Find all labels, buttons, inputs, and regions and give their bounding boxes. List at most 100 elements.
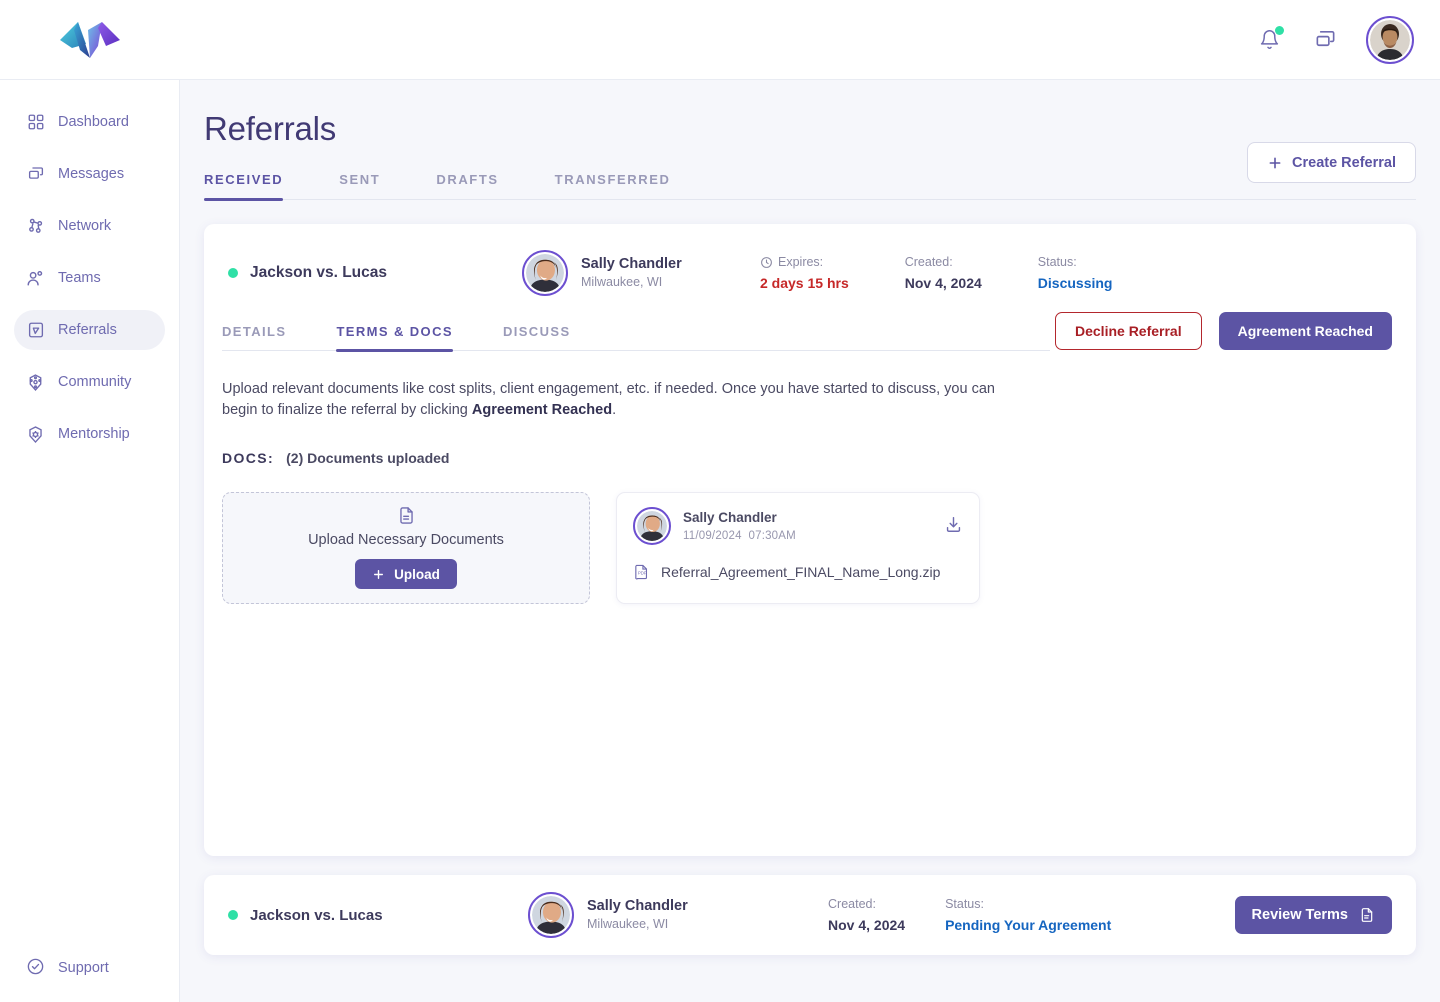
document-filename: Referral_Agreement_FINAL_Name_Long.zip (661, 563, 941, 580)
sidebar-item-label: Messages (58, 166, 125, 182)
referral-case-title: Jackson vs. Lucas (228, 907, 528, 924)
subtab-terms-docs[interactable]: TERMS & DOCS (336, 324, 454, 352)
document-icon (1361, 908, 1373, 922)
upload-dropzone[interactable]: Upload Necessary Documents Upload (222, 492, 590, 605)
document-uploader: Sally Chandler 11/09/2024 07:30AM (633, 507, 963, 546)
clock-icon (761, 256, 772, 268)
sidebar-item-dashboard[interactable]: Dashboard (14, 102, 165, 142)
person-avatar[interactable] (528, 892, 574, 938)
review-terms-button[interactable]: Review Terms (1234, 896, 1392, 934)
download-button[interactable] (944, 515, 963, 539)
uploader-avatar[interactable] (633, 507, 671, 546)
person-name: Sally Chandler (581, 255, 682, 272)
decline-referral-button[interactable]: Decline Referral (1055, 312, 1202, 350)
case-title-text: Jackson vs. Lucas (250, 906, 383, 924)
sidebar-item-label: Teams (58, 270, 101, 286)
sidebar-item-community[interactable]: Community (14, 362, 165, 402)
page-tabs: RECEIVED SENT DRAFTS TRANSFERRED Create … (204, 142, 1416, 201)
referral-case-title: Jackson vs. Lucas (228, 264, 522, 282)
sidebar-item-label: Referrals (58, 322, 117, 338)
person-name: Sally Chandler (587, 897, 688, 914)
meta-expires-value: 2 days 15 hrs (760, 275, 849, 291)
uploader-name: Sally Chandler (683, 509, 777, 525)
meta-status-label: Status: (1037, 255, 1077, 269)
create-referral-label: Create Referral (1292, 154, 1396, 171)
document-file[interactable]: PDF Referral_Agreement_FINAL_Name_Long.z… (633, 563, 963, 580)
upload-button[interactable]: Upload (355, 559, 457, 590)
person-location: Milwaukee, WI (581, 275, 663, 290)
upload-text: Upload Necessary Documents (308, 532, 504, 549)
main-content: Referrals RECEIVED SENT DRAFTS TRANSFERR… (180, 80, 1440, 1002)
logo-mark (60, 21, 120, 58)
svg-text:PDF: PDF (638, 570, 647, 575)
plus-icon (1269, 157, 1281, 168)
meta-expires: Expires: 2 days 15 hrs (760, 255, 849, 291)
tab-transferred[interactable]: TRANSFERRED (555, 172, 671, 199)
referral-header: Jackson vs. Lucas Sally Chandler Milwauk… (204, 224, 1416, 296)
referral-card: Jackson vs. Lucas Sally Chandler Milwauk… (204, 224, 1416, 856)
sidebar-item-label: Community (58, 374, 132, 390)
meta-status: Status: Discussing (1038, 255, 1113, 291)
referral-actions: Decline Referral Agreement Reached (1055, 312, 1392, 350)
sidebar-item-mentorship[interactable]: Mentorship (14, 414, 165, 454)
upload-time: 07:30AM (748, 529, 796, 542)
instructions-part2: . (612, 401, 617, 418)
referral-subtabs: DETAILS TERMS & DOCS DISCUSS (222, 324, 1050, 352)
status-badge: Discussing (1037, 275, 1113, 291)
meta-created: Created: Nov 4, 2024 (828, 897, 905, 933)
upload-timestamp: 11/09/2024 07:30AM (683, 528, 796, 544)
agreement-reached-button[interactable]: Agreement Reached (1218, 312, 1392, 350)
avatar-image (526, 254, 564, 292)
review-terms-label: Review Terms (1251, 907, 1348, 923)
status-dot-icon (228, 268, 238, 278)
person-avatar[interactable] (522, 250, 568, 296)
sidebar-item-referrals[interactable]: Referrals (14, 310, 165, 350)
upload-date: 11/09/2024 (683, 529, 742, 542)
check-circle-icon (26, 957, 45, 980)
subtab-details[interactable]: DETAILS (222, 324, 286, 350)
docs-count: (2) Documents uploaded (286, 450, 450, 467)
meta-created-label: Created: (828, 897, 876, 911)
tab-received[interactable]: RECEIVED (204, 172, 284, 201)
referral-card-collapsed[interactable]: Jackson vs. Lucas Sally Chandler Milwauk… (204, 875, 1416, 955)
plus-icon (374, 569, 384, 579)
meta-status-label: Status: (945, 897, 984, 911)
chat-icon (26, 165, 45, 184)
sidebar-item-network[interactable]: Network (14, 206, 165, 246)
status-dot-icon (228, 910, 238, 920)
docs-label: DOCS: (222, 450, 275, 467)
network-icon (26, 217, 45, 236)
avatar-image (532, 896, 570, 934)
sidebar-item-support[interactable]: Support (14, 948, 121, 988)
notifications-button[interactable] (1254, 25, 1284, 55)
referral-person: Sally Chandler Milwaukee, WI (522, 250, 752, 296)
document-card: Sally Chandler 11/09/2024 07:30AM PDF Re… (616, 492, 980, 605)
documents-row: Upload Necessary Documents Upload Sally … (222, 492, 1416, 605)
referral-instructions: Upload relevant documents like cost spli… (222, 379, 1022, 420)
case-title-text: Jackson vs. Lucas (250, 264, 387, 281)
document-icon (399, 507, 413, 524)
sidebar-item-label: Dashboard (58, 114, 129, 130)
top-bar-actions (1254, 15, 1440, 64)
upload-button-label: Upload (394, 566, 440, 582)
sidebar-item-label: Network (58, 218, 112, 234)
tab-drafts[interactable]: DRAFTS (436, 172, 498, 199)
tab-sent[interactable]: SENT (339, 172, 380, 199)
status-badge: Pending Your Agreement (945, 917, 1112, 933)
sidebar-item-messages[interactable]: Messages (14, 154, 165, 194)
pdf-file-icon: PDF (635, 565, 648, 580)
instructions-emphasis: Agreement Reached (471, 401, 613, 418)
community-icon (26, 373, 45, 392)
app-logo[interactable] (0, 0, 180, 80)
user-avatar[interactable] (1366, 15, 1414, 64)
referral-icon (26, 321, 45, 340)
sidebar-support-label: Support (58, 960, 109, 976)
referral-meta: Created: Nov 4, 2024 Status: Pending You… (828, 897, 1111, 933)
notification-badge (1275, 25, 1284, 35)
meta-status: Status: Pending Your Agreement (945, 897, 1111, 933)
create-referral-button[interactable]: Create Referral (1247, 142, 1416, 183)
sidebar-item-label: Mentorship (58, 426, 130, 442)
subtab-discuss[interactable]: DISCUSS (503, 324, 571, 350)
messages-button[interactable] (1310, 25, 1340, 55)
sidebar-item-teams[interactable]: Teams (14, 258, 165, 298)
